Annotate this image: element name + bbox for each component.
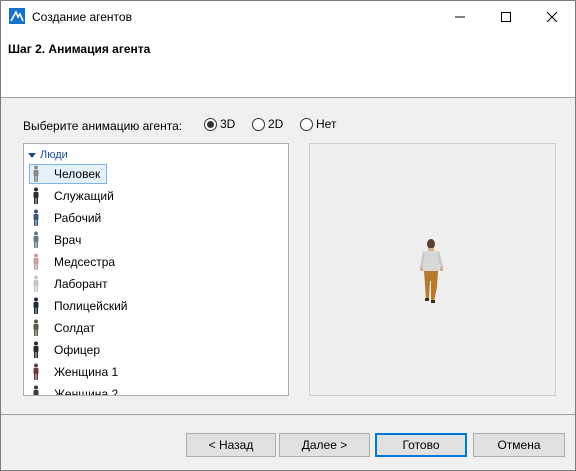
maximize-icon	[501, 11, 511, 22]
tree-item[interactable]: Врач	[30, 230, 81, 250]
tree-group-label: Люди	[40, 149, 68, 161]
tree-item-label: Рабочий	[54, 211, 102, 225]
person-icon	[30, 297, 42, 315]
person-icon	[30, 209, 42, 227]
person-3d-preview	[420, 239, 443, 303]
anylogic-logo-icon	[9, 8, 25, 24]
tree-item[interactable]: Офицер	[30, 340, 100, 360]
tree-item-label: Лаборант	[54, 277, 108, 291]
tree-item-label: Человек	[54, 167, 101, 181]
window-title: Создание агентов	[32, 10, 132, 24]
tree-item-label: Женщина 2	[54, 387, 119, 396]
tree-item[interactable]: Солдат	[30, 318, 95, 338]
radio-none-label: Нет	[316, 117, 337, 131]
radio-3d[interactable]: 3D	[204, 117, 235, 131]
person-icon	[30, 253, 42, 271]
tree-item[interactable]: Лаборант	[30, 274, 108, 294]
person-icon	[30, 363, 42, 381]
radio-2d[interactable]: 2D	[252, 117, 283, 131]
title-bar: Создание агентов	[1, 1, 575, 32]
tree-item[interactable]: Человек	[29, 164, 108, 184]
tree-item[interactable]: Рабочий	[30, 208, 101, 228]
radio-2d-label: 2D	[268, 117, 284, 131]
finish-button[interactable]: Готово	[375, 433, 467, 457]
person-icon	[30, 231, 42, 249]
wizard-header: Шаг 2. Анимация агента	[1, 32, 575, 98]
person-icon	[30, 341, 42, 359]
step-title: Шаг 2. Анимация агента	[8, 42, 151, 56]
maximize-button[interactable]	[483, 1, 529, 32]
close-button[interactable]	[529, 1, 575, 32]
close-icon	[547, 11, 557, 22]
tree-item-label: Женщина 1	[54, 365, 119, 379]
radio-none[interactable]: Нет	[300, 117, 336, 131]
next-button[interactable]: Далее >	[279, 433, 370, 457]
tree-item-label: Солдат	[54, 321, 95, 335]
person-icon	[30, 319, 42, 337]
tree-item-label: Офицер	[54, 343, 100, 357]
agent-wizard-window: Создание агентов Шаг 2. Анимация агента …	[0, 0, 576, 471]
person-icon	[30, 165, 42, 183]
tree-item[interactable]: Полицейский	[30, 296, 128, 316]
cancel-button[interactable]: Отмена	[473, 433, 565, 457]
chevron-down-icon[interactable]	[28, 152, 36, 158]
minimize-icon	[455, 16, 465, 17]
minimize-button[interactable]	[437, 1, 483, 32]
person-icon	[30, 187, 42, 205]
person-icon	[30, 275, 42, 293]
tree-item-label: Медсестра	[54, 255, 116, 269]
agent-animation-tree[interactable]: Люди Человек Служащий Рабочий Врач Медсестра…	[23, 143, 289, 396]
radio-3d-indicator[interactable]	[204, 117, 217, 131]
tree-item[interactable]: Служащий	[30, 186, 114, 206]
tree-group-people[interactable]: Люди	[28, 147, 68, 163]
animation-label: Выберите анимацию агента:	[23, 119, 183, 133]
tree-item[interactable]: Женщина 2	[30, 384, 119, 396]
radio-2d-indicator[interactable]	[252, 117, 265, 131]
radio-3d-label: 3D	[220, 117, 236, 131]
person-icon	[30, 385, 42, 395]
radio-none-indicator[interactable]	[300, 117, 313, 131]
tree-item-label: Полицейский	[54, 299, 128, 313]
footer-separator	[1, 414, 575, 415]
tree-item-label: Служащий	[54, 189, 114, 203]
animation-preview	[309, 143, 556, 396]
back-button[interactable]: < Назад	[186, 433, 276, 457]
tree-item[interactable]: Медсестра	[30, 252, 115, 272]
tree-item-label: Врач	[54, 233, 82, 247]
tree-item[interactable]: Женщина 1	[30, 362, 118, 382]
